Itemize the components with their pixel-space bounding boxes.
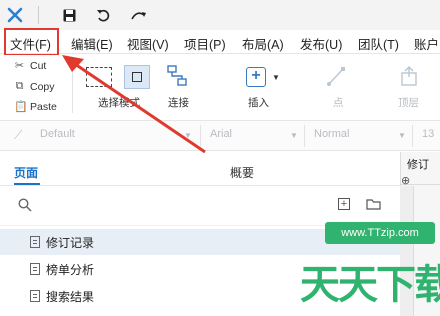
annotation-arrow xyxy=(62,55,206,154)
